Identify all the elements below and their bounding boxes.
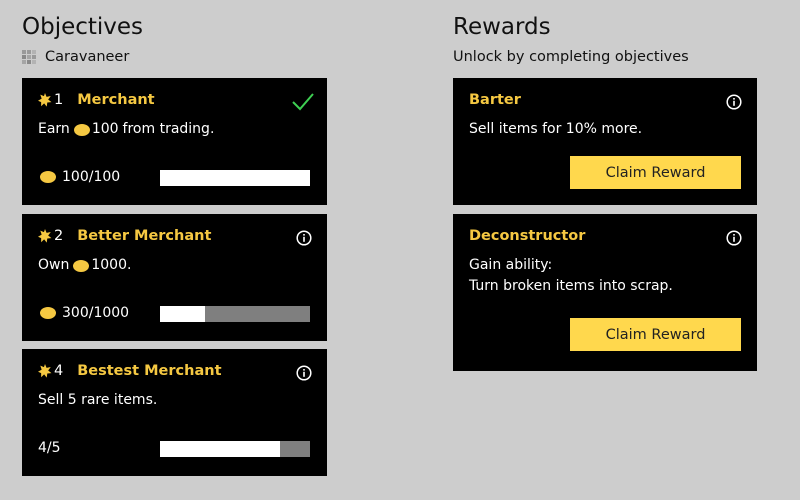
info-icon[interactable]: [726, 230, 742, 246]
progress-label: 100/100: [38, 169, 120, 185]
progress-bar: [160, 441, 310, 457]
coin-icon: [73, 123, 90, 136]
objective-name: Merchant: [77, 92, 155, 108]
rewards-heading: Rewards: [453, 14, 551, 40]
objective-name: Bestest Merchant: [77, 363, 222, 379]
progress-bar: [160, 170, 310, 186]
coin-icon: [73, 259, 90, 272]
reward-name: Deconstructor: [469, 228, 586, 244]
objective-number: 2: [54, 228, 64, 244]
objective-card-better-merchant[interactable]: 2 Better Merchant Own 1000. 300/1000: [22, 214, 327, 341]
claim-reward-button[interactable]: Claim Reward: [570, 156, 741, 189]
desc-text: Own: [38, 257, 70, 273]
objective-card-merchant[interactable]: 1 Merchant Earn 100 from trading. 100/10…: [22, 78, 327, 205]
progress-label: 300/1000: [38, 305, 129, 321]
desc-amount: 100: [91, 121, 119, 137]
info-icon[interactable]: [296, 365, 312, 381]
info-icon[interactable]: [726, 94, 742, 110]
grid-icon: [22, 50, 36, 64]
objective-card-bestest-merchant[interactable]: 4 Bestest Merchant Sell 5 rare items. 4/…: [22, 349, 327, 476]
objective-description: Earn 100 from trading.: [38, 119, 214, 140]
objective-description: Own 1000.: [38, 255, 131, 276]
objective-description: Sell 5 rare items.: [38, 392, 158, 408]
progress-fill: [160, 306, 205, 322]
desc-text: Earn: [38, 121, 70, 137]
star-icon: [38, 93, 52, 107]
star-icon: [38, 229, 52, 243]
objectives-heading: Objectives: [22, 14, 144, 40]
progress-value: 100/100: [62, 169, 121, 185]
progress-fill: [160, 170, 310, 186]
objective-title: 2 Better Merchant: [38, 228, 211, 244]
progress-label: 4/5: [38, 440, 61, 456]
reward-card-barter: Barter Sell items for 10% more. Claim Re…: [453, 78, 757, 205]
objective-name: Better Merchant: [77, 228, 212, 244]
desc-amount: 1000.: [91, 257, 132, 273]
coin-icon: [40, 307, 56, 319]
reward-description: Gain ability: Turn broken items into scr…: [469, 255, 673, 297]
objective-number: 1: [54, 92, 64, 108]
rewards-subtitle: Unlock by completing objectives: [453, 49, 689, 65]
coin-icon: [40, 171, 56, 183]
check-icon: [292, 93, 314, 111]
objective-number: 4: [54, 363, 64, 379]
objectives-category: Caravaneer: [22, 49, 129, 65]
reward-description: Sell items for 10% more.: [469, 119, 642, 140]
reward-name: Barter: [469, 92, 521, 108]
claim-reward-button[interactable]: Claim Reward: [570, 318, 741, 351]
reward-card-deconstructor: Deconstructor Gain ability: Turn broken …: [453, 214, 757, 371]
desc-line: Sell items for 10% more.: [469, 121, 643, 137]
star-icon: [38, 364, 52, 378]
reward-title: Deconstructor: [469, 228, 585, 244]
progress-value: 4/5: [38, 440, 61, 456]
info-icon[interactable]: [296, 230, 312, 246]
objective-title: 4 Bestest Merchant: [38, 363, 222, 379]
reward-title: Barter: [469, 92, 521, 108]
category-label: Caravaneer: [45, 49, 130, 65]
objective-title: 1 Merchant: [38, 92, 155, 108]
desc-text: from trading.: [122, 121, 215, 137]
progress-fill: [160, 441, 280, 457]
progress-bar: [160, 306, 310, 322]
desc-line: Gain ability:: [469, 257, 553, 273]
progress-value: 300/1000: [62, 305, 130, 321]
desc-line: Turn broken items into scrap.: [469, 278, 673, 294]
